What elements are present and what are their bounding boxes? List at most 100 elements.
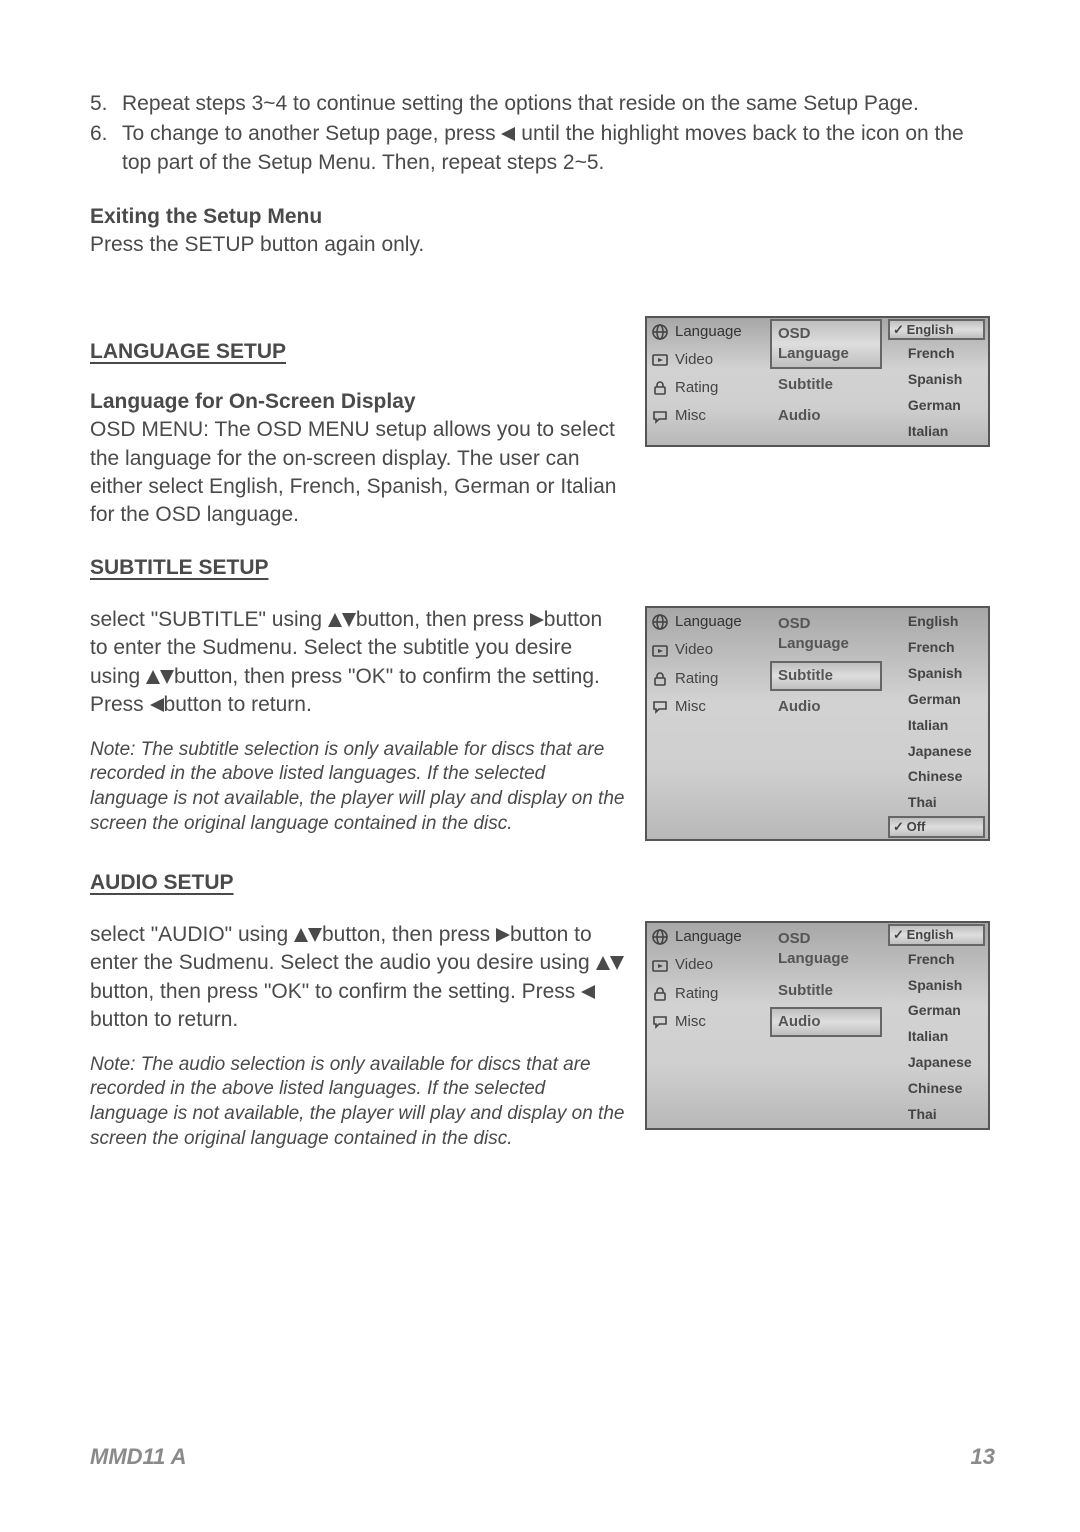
arrow-down-icon xyxy=(308,928,322,942)
menu-icon xyxy=(651,379,669,397)
menu-option[interactable]: Spanish xyxy=(888,973,985,998)
exit-text: Press the SETUP button again only. xyxy=(90,231,990,259)
menu-sidebar-item[interactable]: Language xyxy=(647,608,767,636)
menu-option[interactable]: Japanese xyxy=(888,1050,985,1075)
menu-colb-item[interactable]: Audio xyxy=(770,1007,882,1037)
menu-sidebar-label: Rating xyxy=(675,984,718,1004)
menu-colb-item[interactable]: Audio xyxy=(770,692,882,722)
menu-option[interactable]: French xyxy=(888,947,985,972)
menu-option[interactable]: German xyxy=(888,998,985,1023)
menu-colb-item[interactable]: Subtitle xyxy=(770,370,882,400)
menu-option[interactable]: Japanese xyxy=(888,739,985,764)
arrow-right-icon xyxy=(530,613,544,627)
heading-osd-lang: Language for On-Screen Display xyxy=(90,388,625,416)
menu-icon xyxy=(651,642,669,660)
menu-option[interactable]: Chinese xyxy=(888,1076,985,1101)
menu-sidebar-label: Misc xyxy=(675,1012,706,1032)
subtitle-para: select "SUBTITLE" using button, then pre… xyxy=(90,606,625,719)
arrow-down-icon xyxy=(160,670,174,684)
menu-option[interactable]: Thai xyxy=(888,1102,985,1127)
arrow-left-icon xyxy=(581,985,595,999)
check-icon: ✓ xyxy=(893,926,903,944)
menu-option[interactable]: French xyxy=(888,635,985,660)
menu-sidebar-label: Video xyxy=(675,640,713,660)
heading-language-setup: LANGUAGE SETUP xyxy=(90,338,625,366)
menu-icon xyxy=(651,928,669,946)
audio-para: select "AUDIO" using button, then press … xyxy=(90,921,625,1034)
menu-sidebar-item[interactable]: Language xyxy=(647,923,767,951)
menu-icon xyxy=(651,670,669,688)
menu-icon xyxy=(651,613,669,631)
menu-option[interactable]: Italian xyxy=(888,419,985,444)
menu-sidebar-label: Language xyxy=(675,927,742,947)
menu-colb-item[interactable]: OSD Language xyxy=(770,609,882,660)
menu-option[interactable]: German xyxy=(888,687,985,712)
arrow-right-icon xyxy=(496,928,510,942)
menu-option[interactable]: Spanish xyxy=(888,367,985,392)
menu-colb-item[interactable]: OSD Language xyxy=(770,319,882,370)
footer-model: MMD11 A xyxy=(90,1442,187,1472)
step-text: Repeat steps 3~4 to continue setting the… xyxy=(122,92,919,115)
menu-option[interactable]: English xyxy=(888,609,985,634)
menu-sidebar-item[interactable]: Misc xyxy=(647,693,767,721)
menu-option[interactable]: French xyxy=(888,341,985,366)
check-icon: ✓ xyxy=(893,818,903,836)
audio-note: Note: The audio selection is only availa… xyxy=(90,1053,625,1152)
menu-colb-item[interactable]: Subtitle xyxy=(770,976,882,1006)
lang-para: OSD MENU: The OSD MENU setup allows you … xyxy=(90,416,625,529)
numbered-steps: 5. Repeat steps 3~4 to continue setting … xyxy=(90,90,990,177)
menu-subtitle: Language Video Rating Misc OSD LanguageSubti… xyxy=(645,606,990,841)
menu-sidebar-item[interactable]: Video xyxy=(647,636,767,664)
heading-exiting: Exiting the Setup Menu xyxy=(90,203,990,231)
menu-sidebar-item[interactable]: Language xyxy=(647,318,767,346)
menu-sidebar-label: Rating xyxy=(675,669,718,689)
arrow-up-icon xyxy=(294,928,308,942)
step-num: 5. xyxy=(90,90,108,118)
step-6: 6. To change to another Setup page, pres… xyxy=(122,120,990,177)
menu-option[interactable]: ✓ English xyxy=(888,924,985,946)
subtitle-note: Note: The subtitle selection is only ava… xyxy=(90,738,625,837)
menu-sidebar-label: Video xyxy=(675,350,713,370)
menu-sidebar-label: Rating xyxy=(675,378,718,398)
menu-colb-item[interactable]: Subtitle xyxy=(770,661,882,691)
menu-sidebar-label: Video xyxy=(675,955,713,975)
menu-icon xyxy=(651,698,669,716)
menu-icon xyxy=(651,408,669,426)
arrow-down-icon xyxy=(342,613,356,627)
menu-sidebar-item[interactable]: Video xyxy=(647,346,767,374)
footer-page: 13 xyxy=(971,1442,995,1472)
menu-icon xyxy=(651,323,669,341)
menu-colb-item[interactable]: OSD Language xyxy=(770,924,882,975)
menu-option[interactable]: Chinese xyxy=(888,764,985,789)
menu-sidebar-label: Misc xyxy=(675,406,706,426)
menu-sidebar-item[interactable]: Video xyxy=(647,951,767,979)
step-num: 6. xyxy=(90,120,108,148)
menu-icon xyxy=(651,985,669,1003)
menu-icon xyxy=(651,1013,669,1031)
step-5: 5. Repeat steps 3~4 to continue setting … xyxy=(122,90,990,118)
menu-sidebar-item[interactable]: Rating xyxy=(647,665,767,693)
menu-colb-item[interactable]: Audio xyxy=(770,401,882,431)
menu-sidebar-item[interactable]: Misc xyxy=(647,1008,767,1036)
menu-option[interactable]: ✓ English xyxy=(888,319,985,341)
menu-option[interactable]: Italian xyxy=(888,713,985,738)
menu-icon xyxy=(651,351,669,369)
menu-audio: Language Video Rating Misc OSD LanguageSubti… xyxy=(645,921,990,1130)
step-text-pre: To change to another Setup page, press xyxy=(122,122,501,145)
menu-osd-language: Language Video Rating Misc OSD LanguageSubti… xyxy=(645,316,990,447)
menu-sidebar-item[interactable]: Misc xyxy=(647,402,767,430)
heading-audio-setup: AUDIO SETUP xyxy=(90,869,990,897)
arrow-up-icon xyxy=(328,613,342,627)
menu-option[interactable]: ✓ Off xyxy=(888,816,985,838)
menu-option[interactable]: German xyxy=(888,393,985,418)
menu-sidebar-label: Misc xyxy=(675,697,706,717)
menu-option[interactable]: Spanish xyxy=(888,661,985,686)
menu-sidebar-label: Language xyxy=(675,322,742,342)
menu-option[interactable]: Italian xyxy=(888,1024,985,1049)
menu-icon xyxy=(651,957,669,975)
menu-sidebar-label: Language xyxy=(675,612,742,632)
menu-sidebar-item[interactable]: Rating xyxy=(647,374,767,402)
menu-sidebar-item[interactable]: Rating xyxy=(647,980,767,1008)
heading-subtitle-setup: SUBTITLE SETUP xyxy=(90,554,990,582)
menu-option[interactable]: Thai xyxy=(888,790,985,815)
